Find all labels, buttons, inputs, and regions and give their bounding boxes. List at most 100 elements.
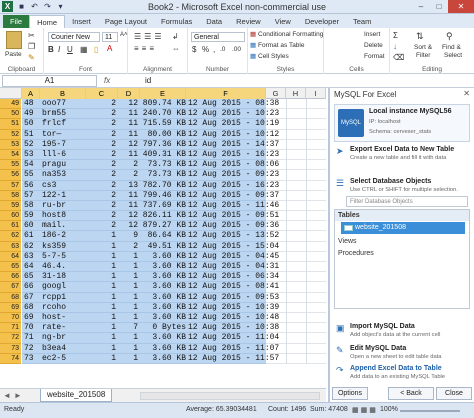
cell-b[interactable]: host- [42,313,86,323]
cell-c[interactable]: 1 [86,323,116,333]
clear-icon[interactable]: ⌫ [393,53,404,62]
edit-mysql-data-link[interactable]: Edit MySQL Data [350,345,406,352]
cell-b[interactable]: ks359 [42,242,86,252]
row-header[interactable]: 60 [0,211,21,222]
cell-b[interactable]: frlcf [42,119,86,129]
cell-d[interactable]: 1 [118,313,138,323]
row-header[interactable]: 57 [0,180,21,191]
cell-a[interactable]: 67 [24,293,40,303]
cell-e[interactable]: 240.70 KB [140,109,186,119]
cell-d[interactable]: 7 [118,323,138,333]
panel-close-icon[interactable]: ✕ [463,89,470,98]
cell-c[interactable]: 1 [86,293,116,303]
cell-b[interactable]: pragu [42,160,86,170]
row-header[interactable]: 66 [0,272,21,283]
cell-c[interactable]: 1 [86,354,116,364]
font-color-icon[interactable]: A [107,44,112,53]
cell-e[interactable]: 737.69 KB [140,201,186,211]
tab-team[interactable]: Team [346,15,378,28]
horizontal-align-icons[interactable]: ≡≡≡ [134,44,157,53]
cell-b[interactable]: host8 [42,211,86,221]
cell-a[interactable]: 58 [24,201,40,211]
cell-a[interactable]: 60 [24,221,40,231]
column-header-a[interactable]: A [22,88,40,99]
cell-c[interactable]: 2 [86,211,116,221]
sort-filter-button-line2[interactable]: Filter [416,52,430,59]
cell-a[interactable]: 59 [24,211,40,221]
cell-styles-button[interactable]: Cell Styles [258,53,289,60]
find-select-button-line2[interactable]: Select [444,52,462,59]
row-header[interactable]: 73 [0,343,21,354]
row-header[interactable]: 72 [0,333,21,344]
cell-e[interactable]: 73.73 KB [140,170,186,180]
minimize-button[interactable]: – [412,0,430,13]
cell-e[interactable]: 3.60 KB [140,293,186,303]
cell-e[interactable]: 797.36 KB [140,140,186,150]
delete-cells-button[interactable]: Delete [364,42,383,49]
cell-f[interactable]: 12 Aug 2015 - 04:45 [188,252,279,262]
view-buttons[interactable]: ▦▦▦ [352,406,378,414]
filter-database-objects-input[interactable]: Filter Database Objects [346,196,468,207]
cell-f[interactable]: 12 Aug 2015 - 09:53 [188,293,279,303]
underline-button[interactable]: U [67,45,73,54]
grow-font-icon[interactable]: A˄ [120,32,128,38]
cell-e[interactable]: 826.11 KB [140,211,186,221]
cell-a[interactable]: 56 [24,181,40,191]
tab-formulas[interactable]: Formulas [154,15,199,28]
find-select-icon[interactable]: ⚲ [446,31,453,42]
tab-view[interactable]: View [268,15,298,28]
cell-c[interactable]: 2 [86,119,116,129]
procedures-node[interactable]: Procedures [335,248,469,259]
cell-f[interactable]: 12 Aug 2015 - 09:51 [188,211,279,221]
fill-icon[interactable]: ↓ [393,42,397,51]
cell-c[interactable]: 2 [86,170,116,180]
cell-f[interactable]: 12 Aug 2015 - 11:07 [188,344,279,354]
cell-a[interactable]: 73 [24,354,40,364]
row-header[interactable]: 53 [0,139,21,150]
back-button[interactable]: < Back [388,387,434,400]
cell-b[interactable]: b3ea4 [42,344,86,354]
italic-button[interactable]: I [58,45,60,54]
cell-d[interactable]: 13 [118,181,138,191]
cell-d[interactable]: 11 [118,130,138,140]
formula-input[interactable]: id [142,75,322,87]
cell-e[interactable]: 3.60 KB [140,252,186,262]
column-header-e[interactable]: E [140,88,186,99]
cell-styles-icon[interactable]: ▦ [250,52,256,60]
row-header[interactable]: 74 [0,353,21,364]
cell-a[interactable]: 49 [24,109,40,119]
font-name-select[interactable]: Courier New [48,32,100,42]
cell-b[interactable]: cs3 [42,181,86,191]
cell-c[interactable]: 2 [86,109,116,119]
cell-b[interactable]: googl [42,282,86,292]
cell-d[interactable]: 1 [118,252,138,262]
cell-d[interactable]: 1 [118,344,138,354]
row-header[interactable]: 55 [0,160,21,171]
cell-c[interactable]: 1 [86,344,116,354]
cell-e[interactable]: 49.51 KB [140,242,186,252]
tab-page-layout[interactable]: Page Layout [98,15,154,28]
cell-d[interactable]: 12 [118,221,138,231]
cell-e[interactable]: 409.31 KB [140,150,186,160]
cell-d[interactable]: 9 [118,231,138,241]
column-header-c[interactable]: C [86,88,118,99]
cell-e[interactable]: 809.74 KB [140,99,186,109]
comma-button[interactable]: , [213,45,215,54]
row-header[interactable]: 49 [0,99,21,110]
bold-button[interactable]: B [48,45,54,54]
cell-f[interactable]: 12 Aug 2015 - 06:34 [188,272,279,282]
cell-a[interactable]: 48 [24,99,40,109]
sort-filter-button[interactable]: Sort & [414,44,432,51]
cell-d[interactable]: 11 [118,109,138,119]
cell-f[interactable]: 12 Aug 2015 - 10:39 [188,303,279,313]
cell-b[interactable]: mail. [42,221,86,231]
cell-a[interactable]: 64 [24,262,40,272]
export-to-new-table-link[interactable]: Export Excel Data to New Table [350,146,454,153]
close-panel-button[interactable]: Close [436,387,472,400]
cell-c[interactable]: 1 [86,303,116,313]
tab-file[interactable]: File [3,15,30,28]
cell-f[interactable]: 12 Aug 2015 - 11:57 [188,354,279,364]
cell-e[interactable]: 879.27 KB [140,221,186,231]
table-item-website-201508[interactable]: website_201508 [341,222,465,234]
cell-e[interactable]: 3.60 KB [140,262,186,272]
